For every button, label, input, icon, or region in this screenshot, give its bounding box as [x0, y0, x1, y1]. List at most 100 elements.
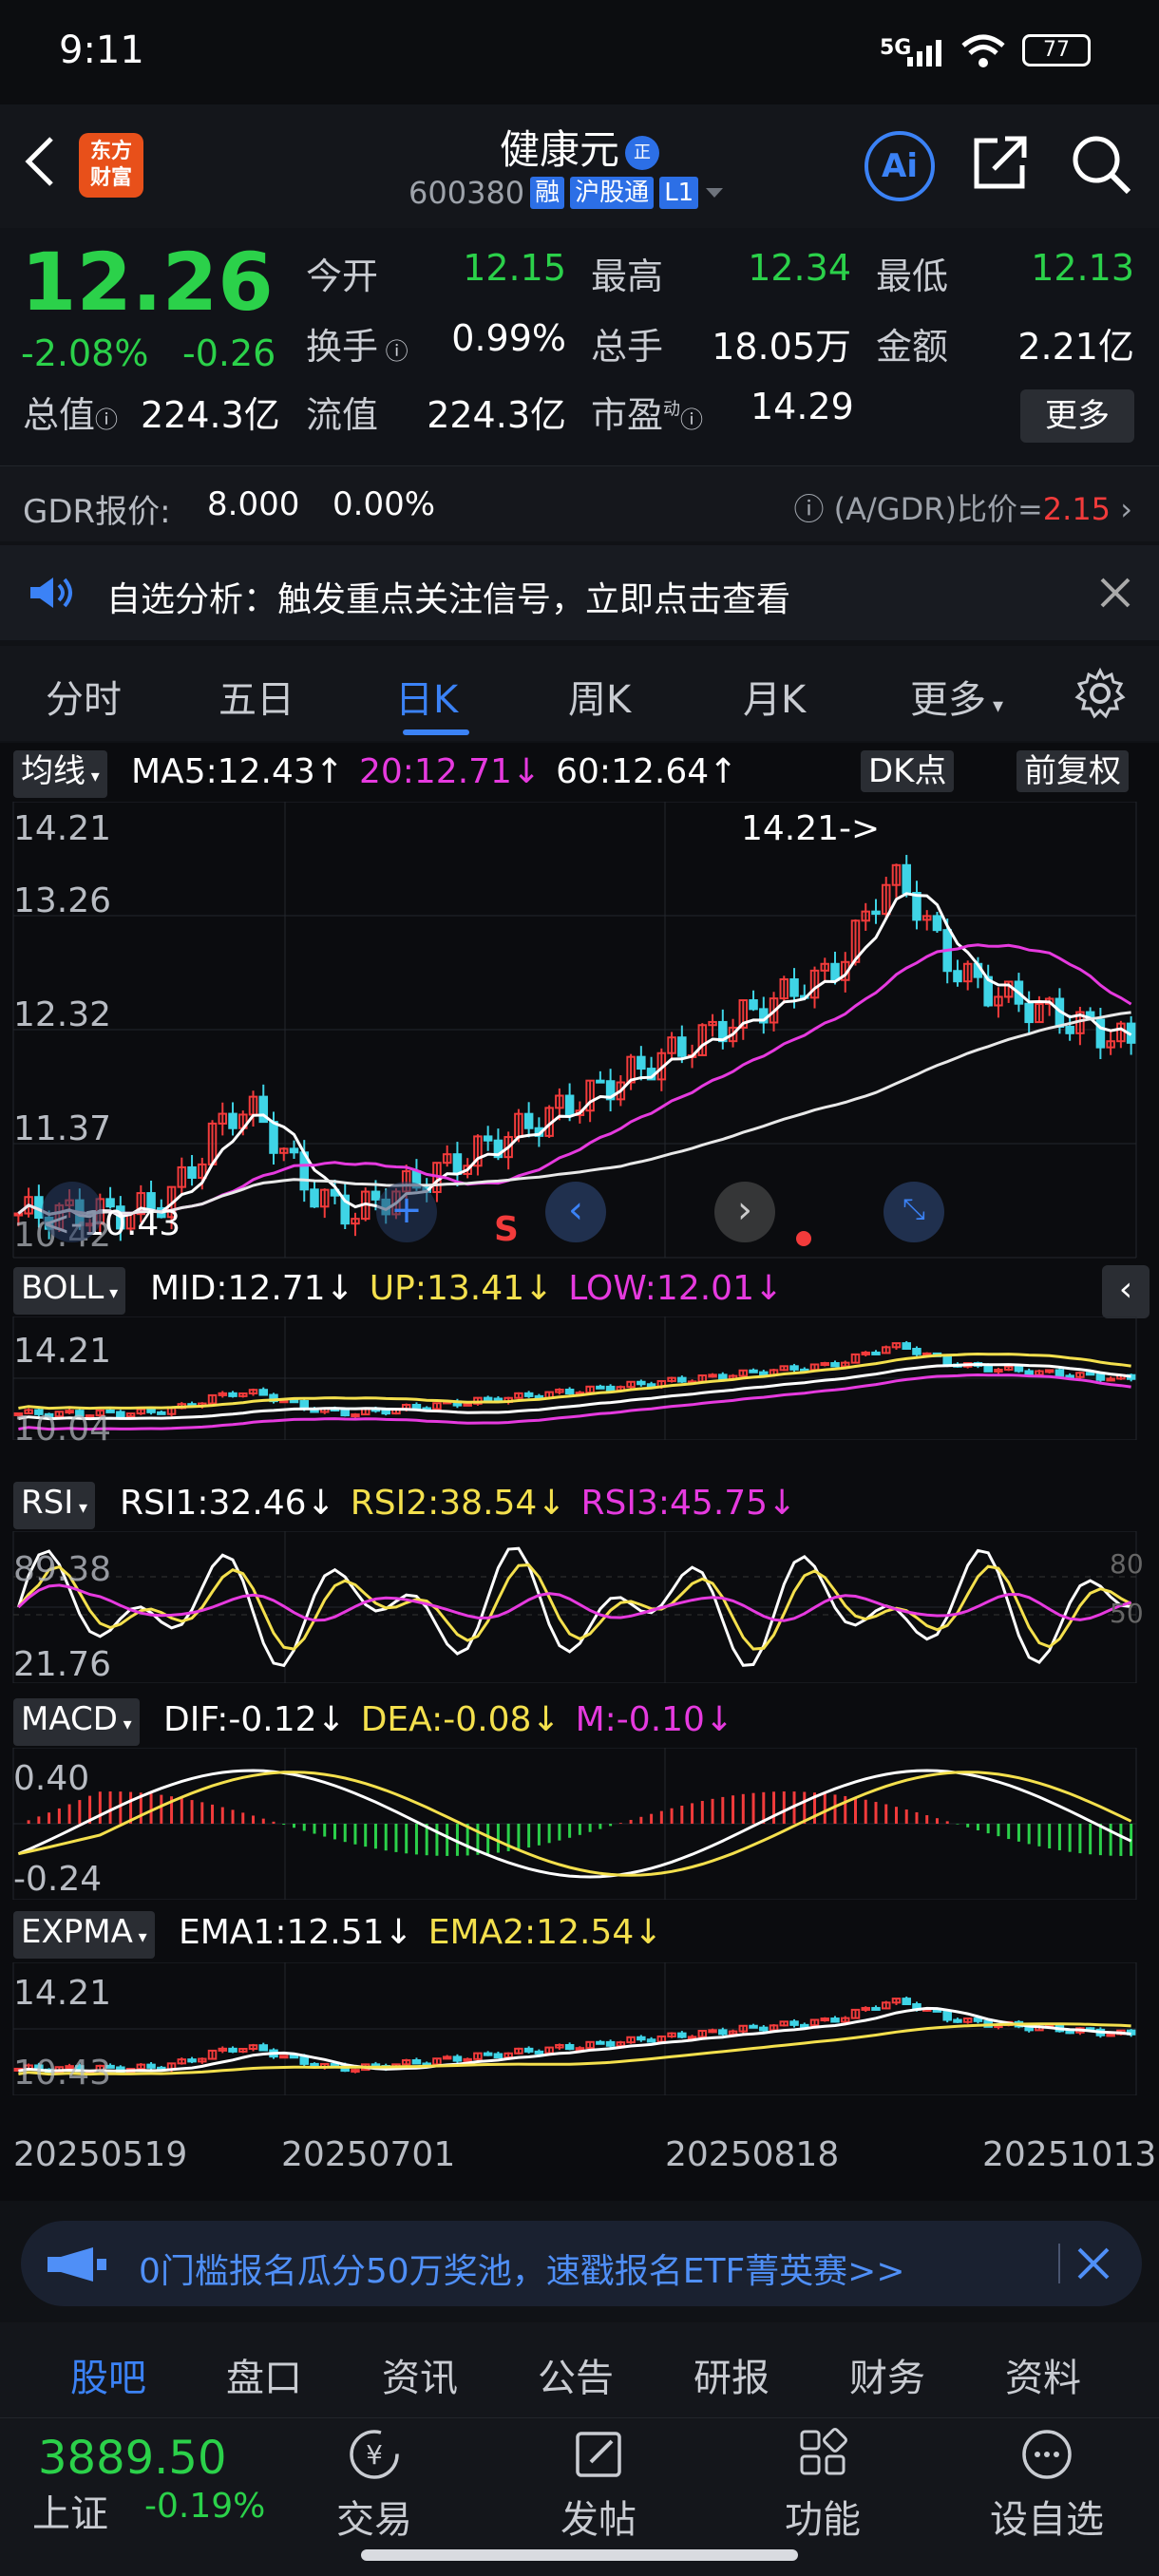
- candle: [749, 999, 758, 1011]
- boll-selector[interactable]: BOLL ▾: [13, 1267, 126, 1315]
- index-value: 3889.50: [38, 2432, 227, 2485]
- pan-right-button[interactable]: ›: [714, 1182, 775, 1242]
- axis-label: -0.24: [13, 1860, 103, 1899]
- ma-selector[interactable]: 均线 ▾: [13, 750, 107, 798]
- candle: [677, 1036, 687, 1057]
- search-icon[interactable]: [1070, 133, 1132, 196]
- candle: [596, 2040, 605, 2045]
- tab-news[interactable]: 资讯: [382, 2347, 458, 2402]
- tab-forum[interactable]: 股吧: [70, 2347, 146, 2402]
- macd-selector[interactable]: MACD ▾: [13, 1698, 140, 1746]
- gdr-pct: 0.00%: [332, 485, 436, 523]
- mktcap-label[interactable]: 总值ⓘ: [23, 386, 118, 438]
- boll-low-line: [18, 1373, 1131, 1431]
- candle: [523, 1392, 534, 1397]
- candle: [463, 1402, 472, 1407]
- expma-selector[interactable]: EXPMA ▾: [13, 1911, 155, 1959]
- candle: [289, 1147, 299, 1154]
- zoom-in-button[interactable]: +: [376, 1182, 437, 1242]
- collapse-button[interactable]: ‹: [1102, 1265, 1150, 1318]
- candle: [1054, 1369, 1065, 1377]
- tab-five-day[interactable]: 五日: [218, 669, 294, 724]
- ai-button[interactable]: Ai: [864, 131, 935, 201]
- candle: [187, 1165, 197, 1179]
- turnover-label[interactable]: 换手 ⓘ: [306, 317, 408, 369]
- expma-legend: EMA1:12.51↓ EMA2:12.54↓: [179, 1913, 663, 1952]
- notice-bar[interactable]: 自选分析：触发重点关注信号，立即点击查看: [0, 545, 1159, 640]
- candle: [351, 2069, 360, 2074]
- nav-post[interactable]: 发帖: [522, 2426, 674, 2544]
- candle: [677, 1376, 687, 1383]
- candle: [830, 2017, 840, 2023]
- candle: [912, 892, 922, 921]
- edit-icon: [576, 2432, 621, 2477]
- nav-add-watchlist[interactable]: 设自选: [971, 2426, 1123, 2544]
- mktcap-value: 224.3亿: [141, 394, 280, 436]
- adjust-button[interactable]: 前复权: [1016, 750, 1129, 792]
- fullscreen-button[interactable]: ⤡: [884, 1182, 944, 1242]
- tab-monthly[interactable]: 月K: [743, 669, 806, 724]
- megaphone-icon: [48, 2247, 106, 2282]
- index-change: -0.19%: [144, 2487, 266, 2526]
- sell-signal: S: [494, 1210, 519, 1249]
- more-button[interactable]: 更多: [1020, 389, 1134, 443]
- tab-daily[interactable]: 日K: [395, 669, 458, 724]
- float-cap-label: 流值: [306, 394, 379, 436]
- kline-chart[interactable]: 均线 ▾ MA5:12.43↑ 20:12.71↓ 60:12.64↑ DK点 …: [0, 743, 1159, 2201]
- rsi-selector[interactable]: RSI ▾: [13, 1482, 95, 1529]
- candle: [902, 1998, 911, 2005]
- zoom-out-button[interactable]: [42, 1182, 103, 1242]
- plus-icon: +: [390, 1188, 423, 1232]
- rsi-legend: RSI1:32.46↓ RSI2:38.54↓ RSI3:45.75↓: [120, 1484, 797, 1523]
- gear-icon[interactable]: [1074, 667, 1127, 720]
- candle: [278, 2055, 289, 2059]
- candle: [636, 2036, 646, 2041]
- candle: [269, 1121, 278, 1154]
- stock-subtitle[interactable]: 600380 融 沪股通 L1: [408, 175, 725, 211]
- gdr-row[interactable]: GDR报价: 8.000 0.00% ⓘ (A/GDR)比价=2.15 ›: [0, 465, 1159, 541]
- candle: [932, 915, 942, 932]
- close-icon[interactable]: [1075, 2245, 1112, 2282]
- pan-left-button[interactable]: ‹: [545, 1182, 606, 1242]
- pe-label[interactable]: 市盈动ⓘ: [591, 386, 703, 438]
- tab-announcements[interactable]: 公告: [538, 2347, 614, 2402]
- tab-weekly[interactable]: 周K: [568, 669, 631, 724]
- nav-functions[interactable]: 功能: [747, 2426, 899, 2544]
- candle: [646, 1383, 656, 1388]
- candle: [718, 1373, 728, 1380]
- rsi-panel: [12, 1531, 1137, 1683]
- nav-trade[interactable]: ¥ 交易: [298, 2426, 450, 2544]
- boll-legend: MID:12.71↓ UP:13.41↓ LOW:12.01↓: [150, 1269, 784, 1308]
- share-icon[interactable]: [971, 133, 1030, 192]
- tag-connect: 沪股通: [570, 177, 655, 209]
- candle: [830, 962, 840, 981]
- candle: [1106, 2033, 1115, 2037]
- candle: [228, 1112, 238, 1129]
- rsi-ref-label: 80: [1110, 1548, 1144, 1580]
- stock-header: 东方 财富 健康元正 600380 融 沪股通 L1 Ai: [0, 104, 1159, 228]
- caret-down-icon: ▾: [86, 767, 100, 786]
- tab-indicator: [403, 729, 469, 735]
- candle: [830, 1362, 840, 1368]
- home-indicator: [361, 2549, 798, 2561]
- promo-banner[interactable]: 0门槛报名瓜分50万奖池，速戳报名ETF菁英赛>>: [21, 2221, 1142, 2306]
- candle: [1065, 2030, 1074, 2035]
- tab-research[interactable]: 研报: [694, 2347, 770, 2402]
- axis-label: 14.21: [13, 809, 112, 848]
- tab-financials[interactable]: 财务: [849, 2347, 925, 2402]
- ma-legend: MA5:12.43↑ 20:12.71↓ 60:12.64↑: [131, 752, 738, 791]
- candle: [351, 1413, 360, 1418]
- yuan-icon: ¥: [350, 2430, 399, 2479]
- expma-panel: [12, 1962, 1137, 2095]
- amount-value: 2.21亿: [1017, 326, 1134, 368]
- tab-more[interactable]: 更多 ▾: [910, 669, 1003, 724]
- dk-button[interactable]: DK点: [861, 750, 955, 792]
- low-label: 最低: [876, 256, 949, 297]
- gdr-price: 8.000: [207, 485, 300, 523]
- close-icon[interactable]: [1098, 576, 1132, 610]
- index-ticker[interactable]: 3889.50 上证 -0.19%: [0, 2418, 276, 2542]
- tab-orderbook[interactable]: 盘口: [226, 2347, 302, 2402]
- tab-profile[interactable]: 资料: [1005, 2347, 1081, 2402]
- tab-intraday[interactable]: 分时: [46, 669, 122, 724]
- last-price: 12.26: [21, 236, 274, 329]
